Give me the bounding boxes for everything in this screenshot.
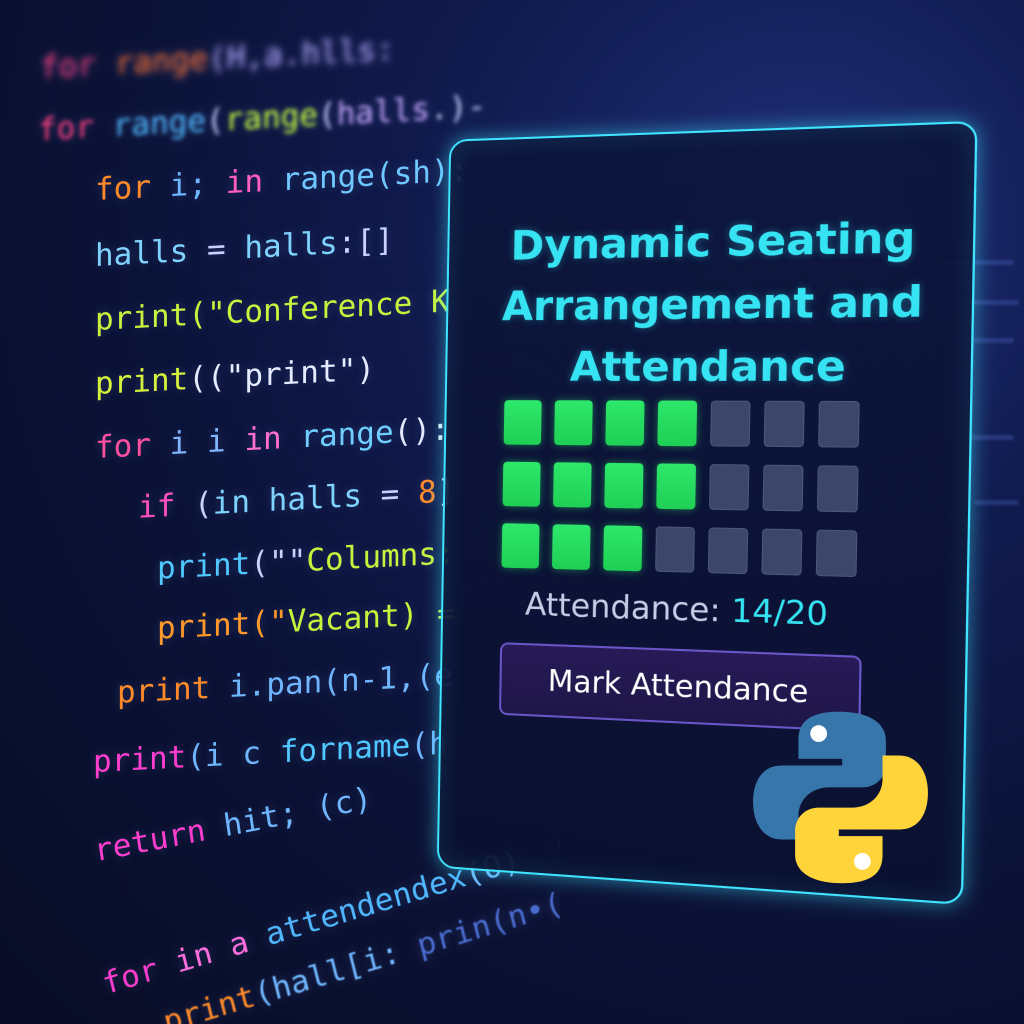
code-token: halls [269,477,381,519]
code-line: halls = halls:[] [95,225,394,272]
code-line: if (in halls = 8] [138,476,455,524]
code-token: range [113,103,206,144]
code-token: Vacant) = [288,595,456,640]
seat-vacant[interactable] [709,464,749,510]
code-token: if [138,487,194,526]
code-token: in [244,419,300,458]
code-token: for [99,946,180,1002]
seat-vacant[interactable] [763,465,804,512]
seat-present[interactable] [553,462,592,507]
code-token: range [282,157,375,198]
seat-present[interactable] [656,463,696,509]
code-token: halls [95,232,207,274]
code-token: ( [318,96,337,133]
seat-present[interactable] [604,463,643,509]
seat-present[interactable] [657,401,697,447]
seat-vacant[interactable] [761,529,802,576]
code-token: (i c [186,734,279,775]
code-token: = [381,475,418,513]
code-token: print [157,546,250,587]
code-token: ("" [250,543,306,582]
code-token: (H,a.hlls: [208,31,395,77]
code-token: for [95,168,170,208]
seat-row [504,400,875,448]
code-token: in a [171,919,270,981]
code-line: for i; in range(sh): [95,155,468,206]
seat-vacant[interactable] [708,527,748,574]
code-token: :[] [338,222,394,261]
code-line: return hit; (c) [92,783,374,867]
code-line: print(i c forname(h [93,729,448,779]
attendance-count: 14/20 [731,593,829,634]
code-token: ( [206,102,225,139]
code-token: halls [337,91,430,132]
code-token: hit; (c) [221,780,374,844]
code-token: (("print") [188,351,375,397]
seat-vacant[interactable] [710,401,750,447]
python-logo-icon [748,705,933,890]
code-token: 8 [418,474,437,511]
code-line: print("Vacant) = [157,598,456,645]
seat-present[interactable] [504,400,542,445]
code-token: print [95,361,188,402]
seat-vacant[interactable] [655,526,695,572]
code-token: .)- [430,89,486,128]
code-token: forname [280,727,411,770]
code-token: print [117,669,229,711]
seat-vacant[interactable] [764,401,805,447]
seat-row [503,462,873,513]
code-token: = [207,230,244,268]
code-token: print [157,606,250,647]
code-token: for [38,108,113,148]
code-token: for [40,46,115,86]
seat-present[interactable] [502,523,540,568]
code-token: (" [250,604,287,642]
code-token: range [300,414,393,455]
python-logo-blue-eye [810,725,827,742]
seat-vacant[interactable] [818,401,860,448]
seat-present[interactable] [554,400,593,445]
code-token: return [92,809,226,869]
code-token: i.pan(n-1,(e [229,657,453,705]
python-logo-yellow-eye [854,853,871,870]
code-line: for range(H,a.hlls: [40,34,395,84]
code-token: in [213,483,269,522]
code-line: for range(range(halls.)- [38,92,486,146]
code-token: (): [394,411,450,450]
code-token: for [95,426,170,466]
code-line: print(("print") [95,354,375,400]
code-token: ("Conference K [188,283,449,333]
seat-present[interactable] [605,400,644,445]
seat-row [502,523,872,577]
seat-present[interactable] [603,525,642,571]
code-line: print(""Columns: [157,538,456,585]
seat-vacant[interactable] [816,530,858,577]
code-token: print [95,297,188,338]
code-token: range [115,41,208,82]
decorative-line [974,500,1019,505]
seat-vacant[interactable] [817,465,859,512]
attendance-summary: Attendance: 14/20 [525,586,829,633]
card-title: Dynamic Seating Arrangement and Attendan… [478,206,949,399]
code-token: range [225,97,318,138]
seat-present[interactable] [552,524,591,570]
code-token: print [160,979,259,1024]
code-token: ( [194,486,213,523]
code-token: in [226,162,282,201]
code-line: print("Conference K [95,286,450,336]
code-token: i i [170,422,245,462]
code-line: print i.pan(n-1,(e [117,660,453,709]
code-token: Columns: [306,535,455,579]
code-token: halls [244,225,337,266]
code-line: for i i in range(): [95,414,450,464]
seat-present[interactable] [503,462,541,507]
attendance-label: Attendance: [525,586,721,629]
seat-grid [501,400,874,595]
code-token: i; [170,165,226,204]
code-token: print [93,739,186,780]
